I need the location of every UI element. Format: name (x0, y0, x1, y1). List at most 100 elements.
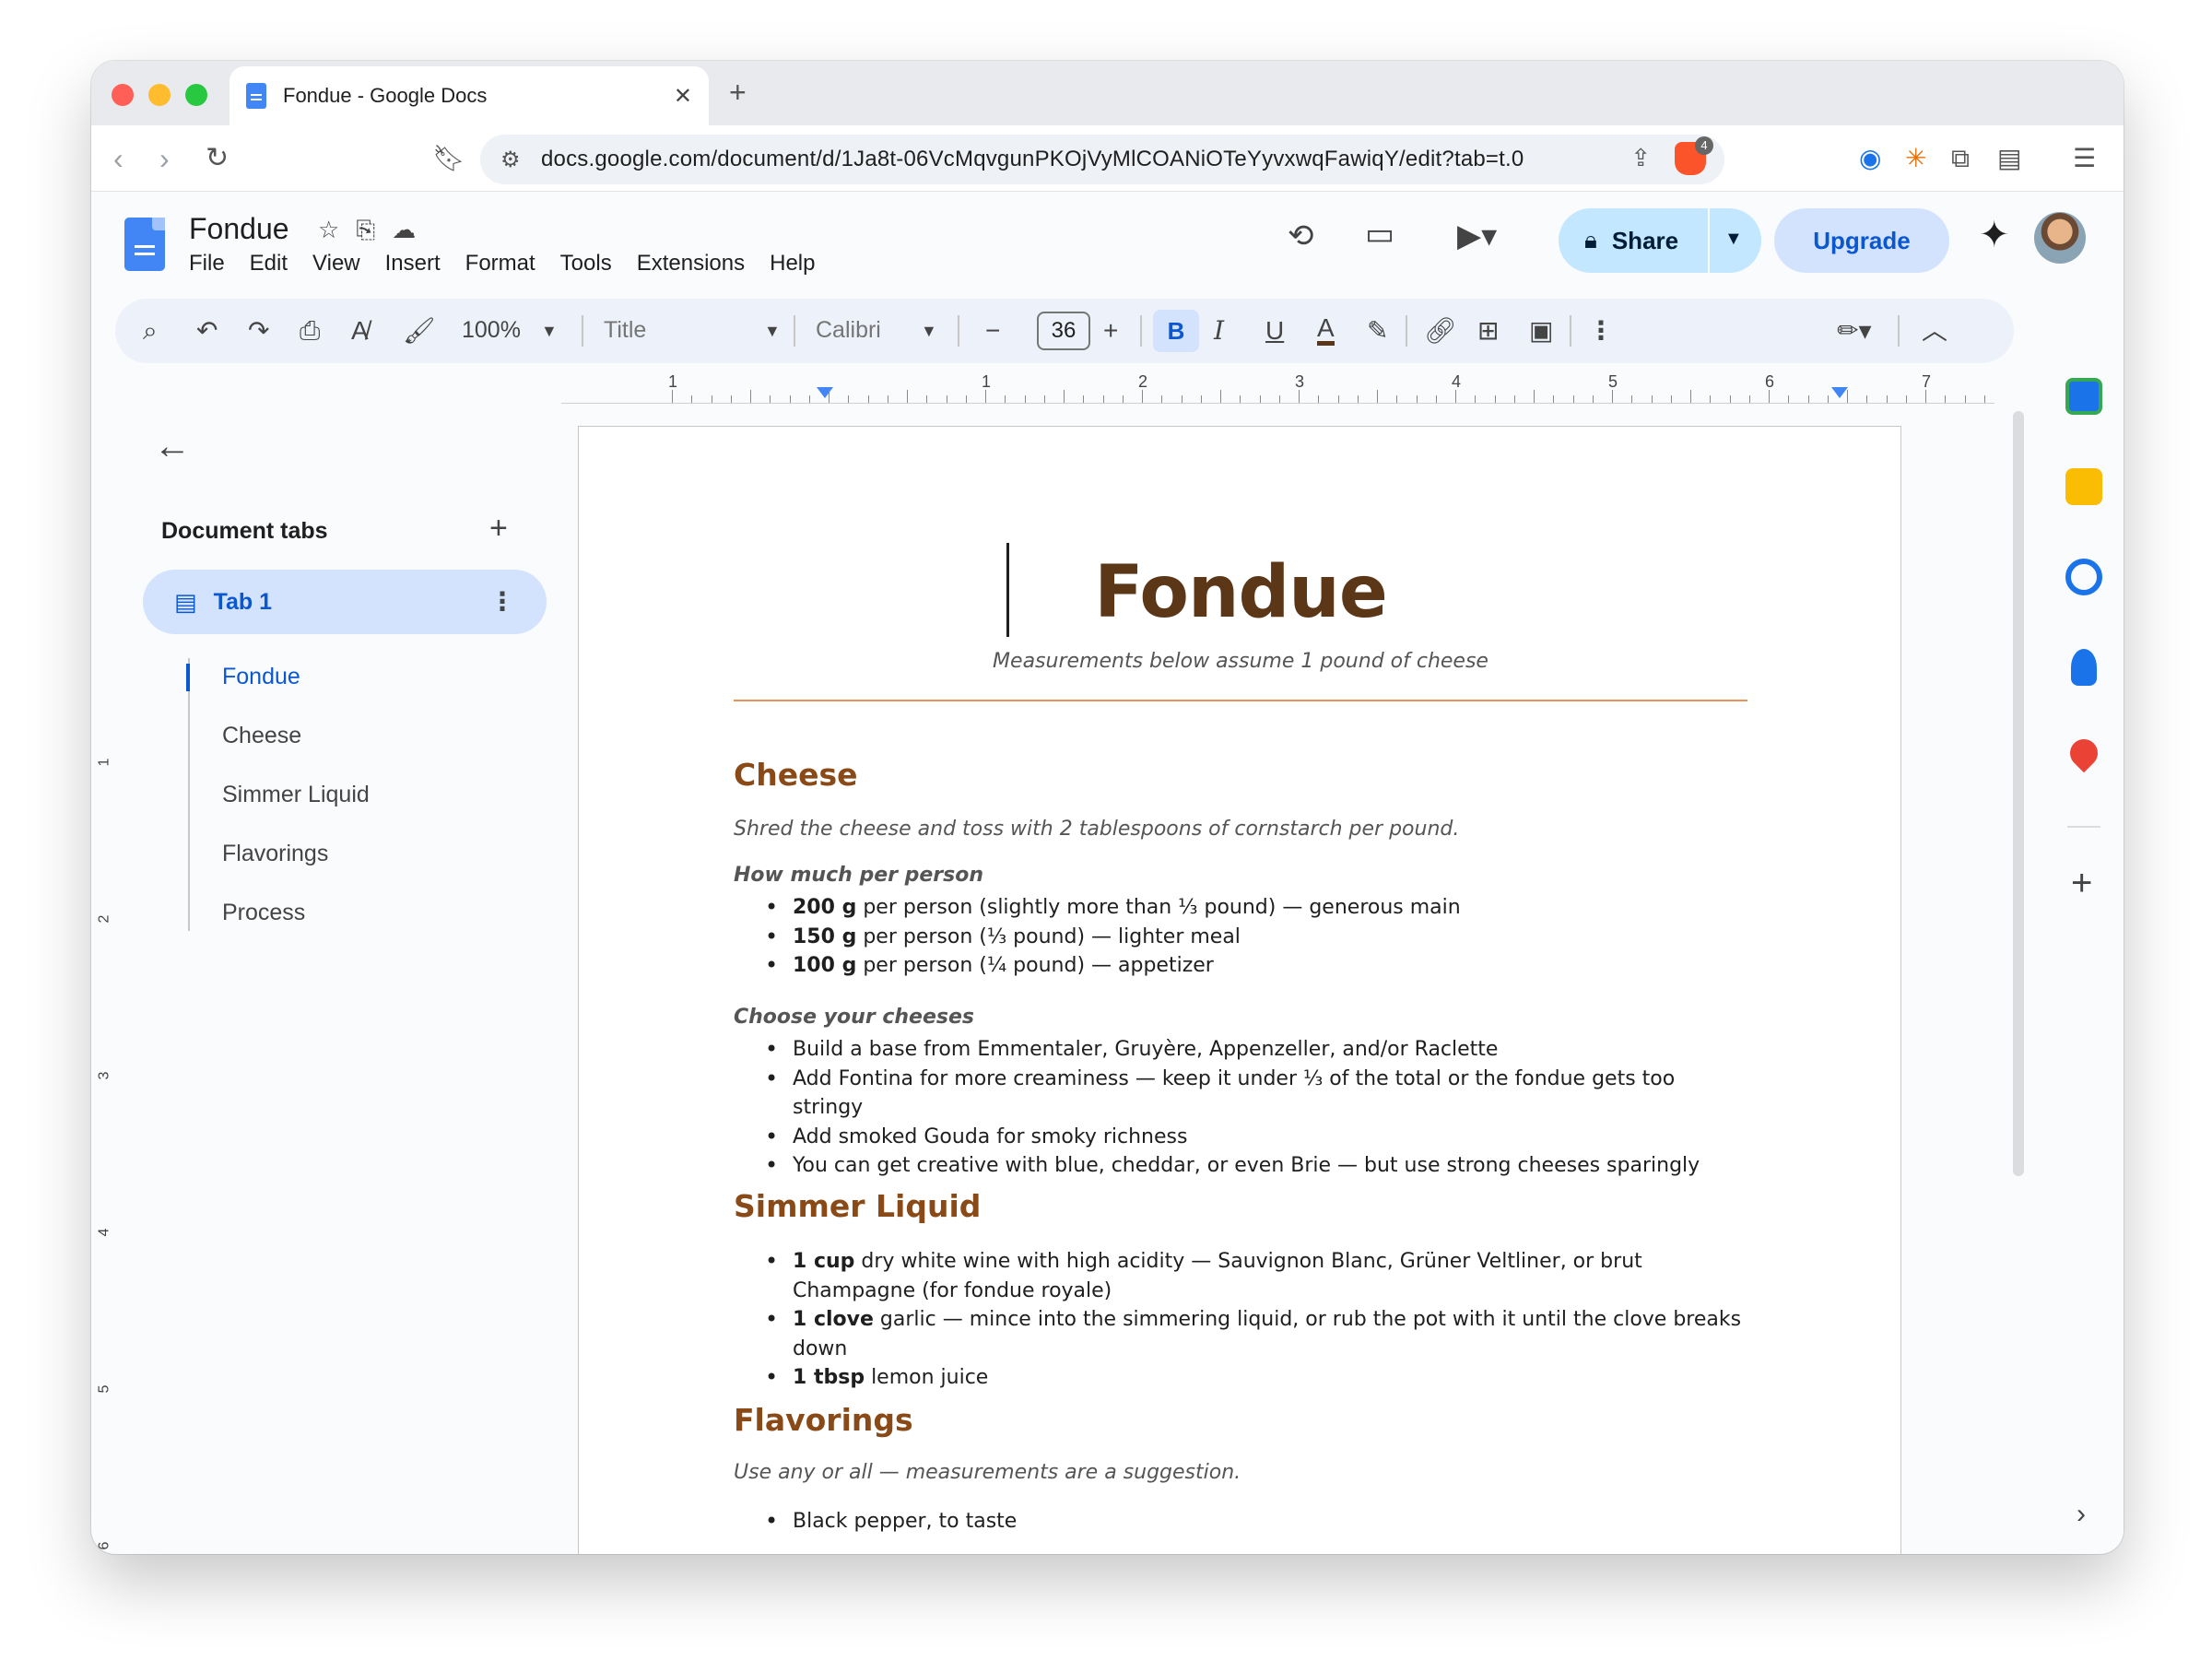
list-item[interactable]: You can get creative with blue, cheddar,… (734, 1151, 1747, 1181)
meet-video-icon[interactable]: ▶▾ (1457, 218, 1497, 254)
browser-tab-active[interactable]: Fondue - Google Docs ✕ (229, 66, 709, 125)
underline-button[interactable]: U (1265, 315, 1284, 347)
list-item[interactable]: 1 clove garlic — mince into the simmerin… (734, 1305, 1747, 1363)
left-indent-marker-icon[interactable] (817, 387, 833, 398)
hide-side-panel-chevron-icon[interactable]: › (2077, 1499, 2086, 1530)
cloud-status-icon[interactable]: ☁ (392, 216, 432, 243)
gemini-sparkle-icon[interactable]: ✦ (1979, 214, 2010, 256)
browser-menu-icon[interactable]: ☰ (2073, 144, 2096, 173)
share-page-icon[interactable]: ⇪ (1630, 144, 1651, 172)
forward-nav-icon[interactable]: › (159, 142, 170, 175)
cheese-note[interactable]: Shred the cheese and toss with 2 tablesp… (734, 818, 1459, 841)
password-manager-icon[interactable]: ◉ (1859, 144, 1881, 173)
url-omnibox[interactable]: ⚙︎ docs.google.com/document/d/1Ja8t-06Vc… (480, 135, 1724, 184)
document-page[interactable]: Fondue Measurements below assume 1 pound… (578, 426, 1901, 1554)
claude-extension-icon[interactable]: ✳ (1905, 144, 1926, 173)
flavorings-note[interactable]: Use any or all — measurements are a sugg… (734, 1461, 1241, 1484)
menu-view[interactable]: View (312, 251, 360, 277)
highlight-pen-icon[interactable]: ✎ (1367, 315, 1388, 347)
tab-1-item[interactable]: ▤ Tab 1 ⋮ (143, 570, 547, 634)
outline-item-flavorings[interactable]: Flavorings (222, 841, 328, 867)
horizontal-ruler[interactable]: 1 1 2 3 4 5 6 7 (561, 367, 1994, 404)
google-docs-logo-icon[interactable] (124, 218, 165, 271)
style-chevron-down-icon[interactable]: ▼ (764, 315, 781, 347)
insert-link-icon[interactable]: 🔗︎ (1424, 315, 1457, 347)
how-much-subhead[interactable]: How much per person (734, 864, 983, 887)
list-item[interactable]: Black pepper, to taste (734, 1507, 1747, 1537)
reader-mode-icon[interactable]: ▤ (1997, 144, 2021, 173)
close-outline-back-arrow-icon[interactable]: ← (154, 426, 191, 467)
paint-format-icon[interactable]: 🖌︎ (403, 315, 436, 347)
add-tab-plus-icon[interactable]: + (489, 511, 508, 547)
upgrade-button[interactable]: Upgrade (1774, 208, 1949, 273)
maps-icon[interactable] (2064, 733, 2104, 773)
insert-image-icon[interactable]: ▣ (1529, 315, 1553, 347)
more-options-icon[interactable]: ⋮ (1588, 315, 1614, 347)
reload-icon[interactable]: ↻ (206, 142, 229, 175)
close-window-button[interactable] (112, 84, 134, 106)
menu-format[interactable]: Format (465, 251, 535, 277)
star-icon[interactable]: ☆ (318, 216, 356, 243)
list-item[interactable]: 1 cup dry white wine with high acidity —… (734, 1247, 1747, 1305)
increase-font-size-icon[interactable]: + (1103, 315, 1118, 347)
new-tab-plus-icon[interactable]: + (729, 76, 747, 110)
menu-file[interactable]: File (189, 251, 225, 277)
back-nav-icon[interactable]: ‹ (113, 142, 124, 175)
paragraph-style-select[interactable]: Title (604, 317, 646, 344)
tab-options-icon[interactable]: ⋮ (489, 586, 515, 617)
list-item[interactable]: Add smoked Gouda for smoky richness (734, 1123, 1747, 1152)
print-icon[interactable]: ⎙ (300, 315, 320, 347)
decrease-font-size-icon[interactable]: − (985, 315, 1000, 347)
list-item[interactable]: 1 tbsp lemon juice (734, 1363, 1747, 1393)
minimize-window-button[interactable] (148, 84, 171, 106)
list-item[interactable]: Build a base from Emmentaler, Gruyère, A… (734, 1035, 1747, 1065)
vertical-scrollbar[interactable] (2013, 411, 2024, 1176)
collapse-menus-chevron-up-icon[interactable]: ︿ (1922, 315, 1947, 347)
list-item[interactable]: 200 g per person (slightly more than ⅓ p… (734, 893, 1747, 923)
font-size-input[interactable]: 36 (1037, 312, 1090, 350)
bookmark-icon[interactable]: 🔖︎ (432, 142, 465, 175)
redo-icon[interactable]: ↷ (248, 315, 269, 347)
maximize-window-button[interactable] (185, 84, 207, 106)
zoom-chevron-down-icon[interactable]: ▼ (541, 315, 558, 347)
search-menus-icon[interactable]: ⌕ (143, 315, 158, 347)
avatar[interactable] (2034, 212, 2086, 264)
italic-button[interactable]: I (1214, 315, 1224, 347)
doc-title[interactable]: Fondue (189, 212, 289, 246)
comments-icon[interactable]: ▭ (1365, 216, 1394, 253)
choose-cheeses-subhead[interactable]: Choose your cheeses (734, 1006, 974, 1029)
move-folder-icon[interactable]: ⎘ (356, 216, 392, 243)
tasks-icon[interactable] (2065, 559, 2102, 595)
share-dropdown-icon[interactable]: ▼ (1724, 229, 1743, 250)
add-comment-icon[interactable]: ⊞ (1477, 315, 1499, 347)
extensions-puzzle-icon[interactable]: ⧉ (1951, 144, 1970, 173)
menu-extensions[interactable]: Extensions (637, 251, 745, 277)
text-color-button[interactable]: A (1317, 315, 1335, 346)
document-subtitle[interactable]: Measurements below assume 1 pound of che… (734, 650, 1747, 673)
list-item[interactable]: 150 g per person (⅓ pound) — lighter mea… (734, 923, 1747, 952)
list-item[interactable]: 100 g per person (¼ pound) — appetizer (734, 951, 1747, 981)
list-item[interactable]: Add Fontina for more creaminess — keep i… (734, 1065, 1747, 1123)
outline-item-cheese[interactable]: Cheese (222, 723, 301, 749)
heading-simmer-liquid[interactable]: Simmer Liquid (734, 1188, 981, 1224)
menu-tools[interactable]: Tools (560, 251, 612, 277)
version-history-icon[interactable]: ⟲ (1288, 218, 1314, 254)
outline-item-simmer-liquid[interactable]: Simmer Liquid (222, 782, 370, 808)
font-chevron-down-icon[interactable]: ▼ (921, 315, 937, 347)
keep-icon[interactable] (2065, 468, 2102, 505)
outline-item-process[interactable]: Process (222, 900, 305, 926)
brave-shield-icon[interactable]: 4 (1675, 136, 1713, 175)
undo-icon[interactable]: ↶ (196, 315, 218, 347)
heading-cheese[interactable]: Cheese (734, 757, 858, 793)
heading-flavorings[interactable]: Flavorings (734, 1402, 913, 1438)
site-settings-icon[interactable]: ⚙︎ (500, 147, 521, 173)
right-indent-marker-icon[interactable] (1831, 387, 1848, 398)
contacts-icon[interactable] (2071, 649, 2097, 686)
font-select[interactable]: Calibri (816, 317, 881, 344)
document-title[interactable]: Fondue (734, 551, 1747, 634)
editing-mode-pencil-icon[interactable]: ✏︎▾ (1837, 315, 1872, 347)
zoom-select[interactable]: 100% (462, 317, 521, 344)
spellcheck-icon[interactable]: A̸ (351, 315, 369, 347)
get-addons-plus-icon[interactable]: + (2071, 863, 2092, 904)
menu-edit[interactable]: Edit (250, 251, 288, 277)
